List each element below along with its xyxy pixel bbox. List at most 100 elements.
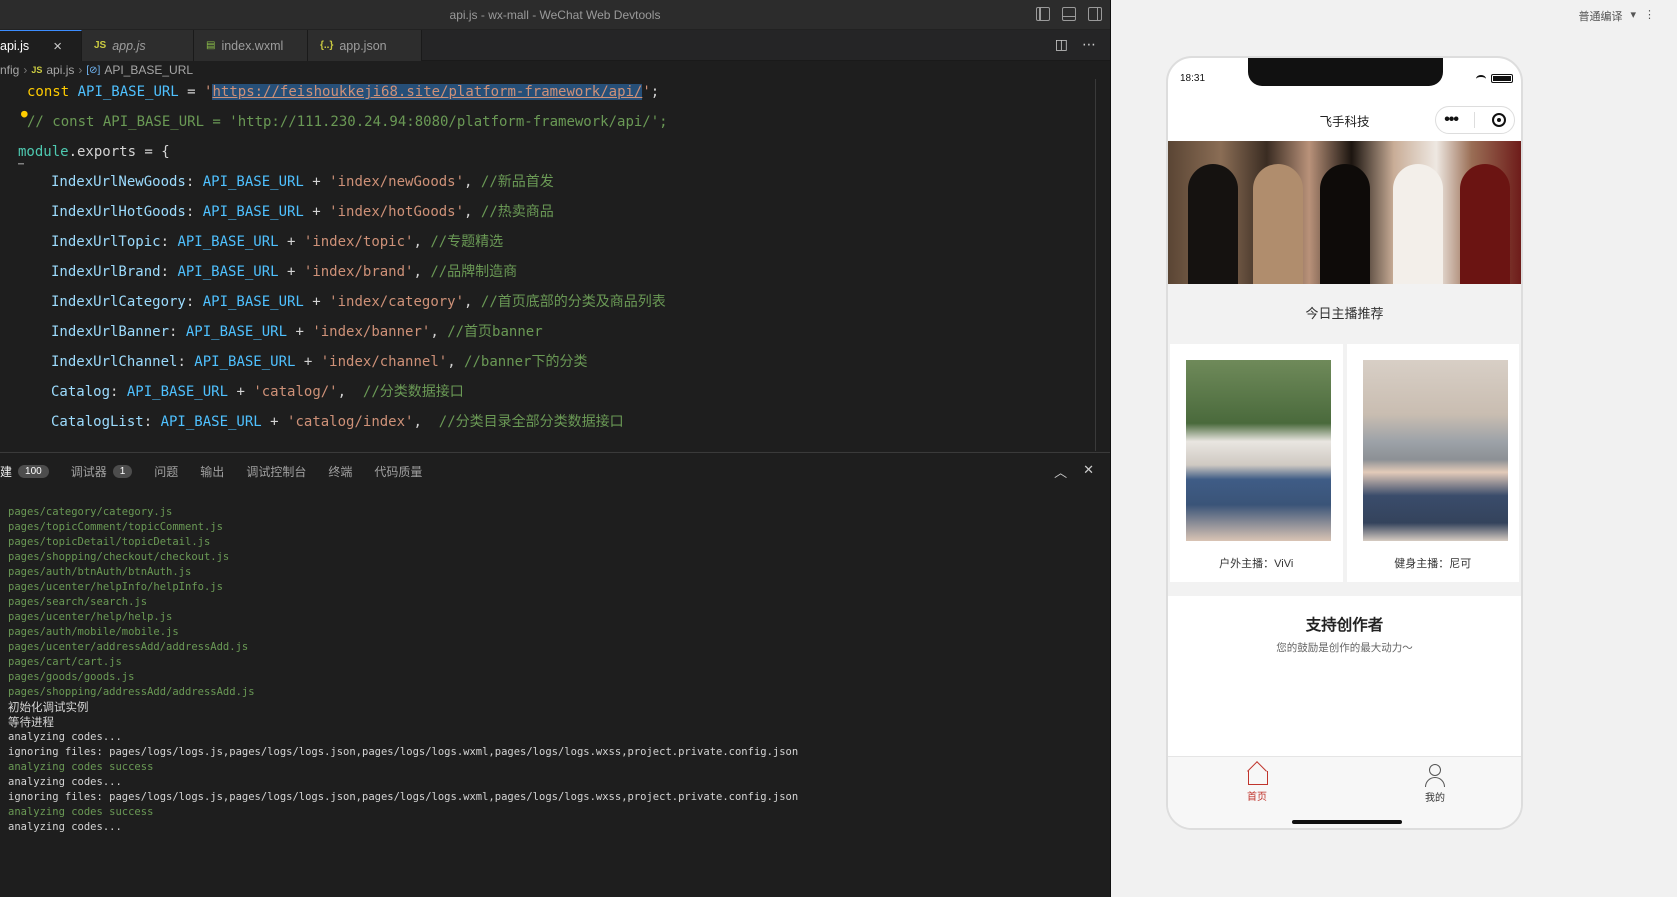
close-icon[interactable]: ✕: [1083, 462, 1094, 481]
log-line: pages/auth/btnAuth/btnAuth.js: [8, 566, 192, 578]
wxml-file-icon: ▤: [206, 40, 216, 51]
log-line: pages/topicComment/topicComment.js: [8, 521, 223, 533]
close-miniprogram-icon[interactable]: [1491, 113, 1506, 127]
fold-indicator[interactable]: ⋯: [18, 159, 24, 170]
code-line-1: const API_BASE_URL = 'https://feishoukke…: [27, 84, 660, 100]
editor-scrollbar[interactable]: [1095, 79, 1096, 451]
tab-output[interactable]: 输出: [200, 463, 224, 480]
phone-frame: 18:31 飞手科技 ••• 今日主播推荐 户外主播：ViVi 健身主播：尼可 …: [1166, 56, 1523, 830]
user-icon: [1424, 763, 1446, 787]
count-badge: 100: [18, 464, 49, 478]
base-url-link[interactable]: https://feishoukkeji68.site/platform-fra…: [212, 84, 643, 100]
log-line: pages/ucenter/addressAdd/addressAdd.js: [8, 641, 249, 653]
log-line: pages/auth/mobile/mobile.js: [8, 626, 179, 638]
json-file-icon: {..}: [320, 40, 334, 51]
log-line: analyzing codes success: [8, 806, 154, 818]
battery-icon: [1491, 74, 1513, 83]
tab-terminal[interactable]: 终端: [328, 463, 352, 480]
log-line: pages/shopping/addressAdd/addressAdd.js: [8, 686, 255, 698]
log-line: pages/goods/goods.js: [8, 671, 135, 683]
chevron-up-icon[interactable]: ︿: [1054, 462, 1067, 481]
more-actions-icon[interactable]: ⋯: [1082, 36, 1096, 53]
code-entry-2: IndexUrlHotGoods: API_BASE_URL + 'index/…: [51, 204, 554, 220]
simulator-pane: 普通编译 ▾ ⋮ 18:31 飞手科技 ••• 今日主播推荐 户外主播：ViVi…: [1110, 0, 1677, 897]
tabbar-item-me[interactable]: 我的: [1405, 763, 1465, 804]
tabbar-item-home[interactable]: 首页: [1227, 763, 1287, 803]
support-subtitle: 您的鼓励是创作的最大动力～: [1276, 642, 1413, 654]
code-entry-4: IndexUrlBrand: API_BASE_URL + 'index/bra…: [51, 264, 518, 280]
tab-debugger[interactable]: 调试器 1: [71, 463, 133, 480]
bottom-panel: 建 100 调试器 1 问题 输出 调试控制台 终端 代码质量 ︿ ✕ pages/…: [0, 452, 1110, 897]
split-editor-icon[interactable]: ◫: [1055, 36, 1068, 53]
code-entry-1: IndexUrlNewGoods: API_BASE_URL + 'index/…: [51, 174, 554, 190]
tab-app-json[interactable]: {..} app.json: [308, 30, 422, 61]
section-title: 今日主播推荐: [1168, 284, 1521, 344]
host-card[interactable]: 户外主播：ViVi: [1170, 344, 1343, 582]
tab-code-quality[interactable]: 代码质量: [374, 463, 422, 480]
code-entry-5: IndexUrlCategory: API_BASE_URL + 'index/…: [51, 294, 666, 310]
code-entry-3: IndexUrlTopic: API_BASE_URL + 'index/top…: [51, 234, 504, 250]
toggle-panel-icon[interactable]: [1062, 7, 1076, 21]
home-indicator: [1292, 820, 1402, 824]
banner-figure: [1460, 164, 1510, 284]
banner-figure: [1320, 164, 1370, 284]
log-line: analyzing codes...: [8, 776, 122, 788]
log-line: pages/search/search.js: [8, 596, 148, 608]
tab-app-js[interactable]: JS app.js: [82, 30, 194, 61]
log-line: pages/topicDetail/topicDetail.js: [8, 536, 211, 548]
host-photo: [1186, 360, 1331, 541]
tab-label: api.js: [0, 39, 30, 53]
more-icon[interactable]: ⋮: [1644, 8, 1655, 24]
host-card[interactable]: 健身主播：尼可: [1346, 344, 1519, 582]
host-photo: [1362, 360, 1508, 541]
banner-figure: [1188, 164, 1238, 284]
tab-build[interactable]: 建 100: [0, 463, 49, 480]
log-line: analyzing codes...: [8, 821, 122, 833]
breadcrumb-symbol[interactable]: API_BASE_URL: [104, 63, 193, 77]
lightbulb-icon[interactable]: ●: [21, 107, 28, 120]
log-line: ignoring files: pages/logs/logs.js,pages…: [8, 791, 799, 803]
log-line: 等待进程: [8, 715, 54, 729]
log-line: 初始化调试实例: [8, 700, 89, 714]
log-line: pages/cart/cart.js: [8, 656, 122, 668]
compile-mode-select[interactable]: 普通编译 ▾ ⋮: [1578, 8, 1655, 24]
variable-symbol-icon: [⊘]: [86, 64, 101, 76]
tab-index-wxml[interactable]: ▤ index.wxml: [194, 30, 308, 61]
js-file-icon: JS: [94, 40, 107, 51]
phone-notch: [1248, 58, 1443, 86]
wifi-icon: [1476, 74, 1486, 83]
editor-tabs: api.js × JS app.js ▤ index.wxml {..} app…: [0, 30, 1110, 61]
js-file-icon: JS: [31, 65, 43, 75]
menu-capsule[interactable]: •••: [1435, 106, 1515, 134]
home-banner[interactable]: [1168, 141, 1521, 284]
tab-problems[interactable]: 问题: [154, 463, 178, 480]
close-icon[interactable]: ×: [53, 38, 62, 55]
home-icon: [1246, 763, 1268, 785]
log-line: pages/category/category.js: [8, 506, 173, 518]
status-time: 18:31: [1180, 73, 1206, 84]
breadcrumb: nfig › JS api.js › [⊘] API_BASE_URL: [0, 61, 1110, 79]
code-line-2: // const API_BASE_URL = 'http://111.230.…: [27, 114, 668, 130]
tab-api-js[interactable]: api.js ×: [0, 30, 82, 61]
tab-bar: 首页 我的: [1168, 756, 1521, 828]
support-section: 支持创作者 您的鼓励是创作的最大动力～: [1168, 596, 1521, 756]
code-editor[interactable]: const API_BASE_URL = 'https://feishoukke…: [0, 79, 1110, 451]
banner-figure: [1393, 164, 1443, 284]
host-cards: 户外主播：ViVi 健身主播：尼可: [1168, 344, 1521, 596]
host-caption: 健身主播：尼可: [1394, 558, 1472, 570]
breadcrumb-file[interactable]: api.js: [46, 63, 74, 77]
toggle-secondary-sidebar-icon[interactable]: [1088, 7, 1102, 21]
log-line: pages/ucenter/helpInfo/helpInfo.js: [8, 581, 223, 593]
breadcrumb-folder[interactable]: nfig: [0, 63, 19, 77]
tab-debug-console[interactable]: 调试控制台: [246, 463, 306, 480]
code-entry-6: IndexUrlBanner: API_BASE_URL + 'index/ba…: [51, 324, 543, 340]
code-line-3: module.exports = {: [18, 144, 170, 160]
chevron-right-icon: ›: [23, 63, 28, 77]
code-entry-7: IndexUrlChannel: API_BASE_URL + 'index/c…: [51, 354, 588, 370]
log-line: analyzing codes...: [8, 731, 122, 743]
banner-figure: [1253, 164, 1303, 284]
log-line: analyzing codes success: [8, 761, 154, 773]
count-badge: 1: [112, 464, 133, 478]
toggle-sidebar-icon[interactable]: [1036, 7, 1050, 21]
more-dots-icon[interactable]: •••: [1444, 111, 1459, 129]
